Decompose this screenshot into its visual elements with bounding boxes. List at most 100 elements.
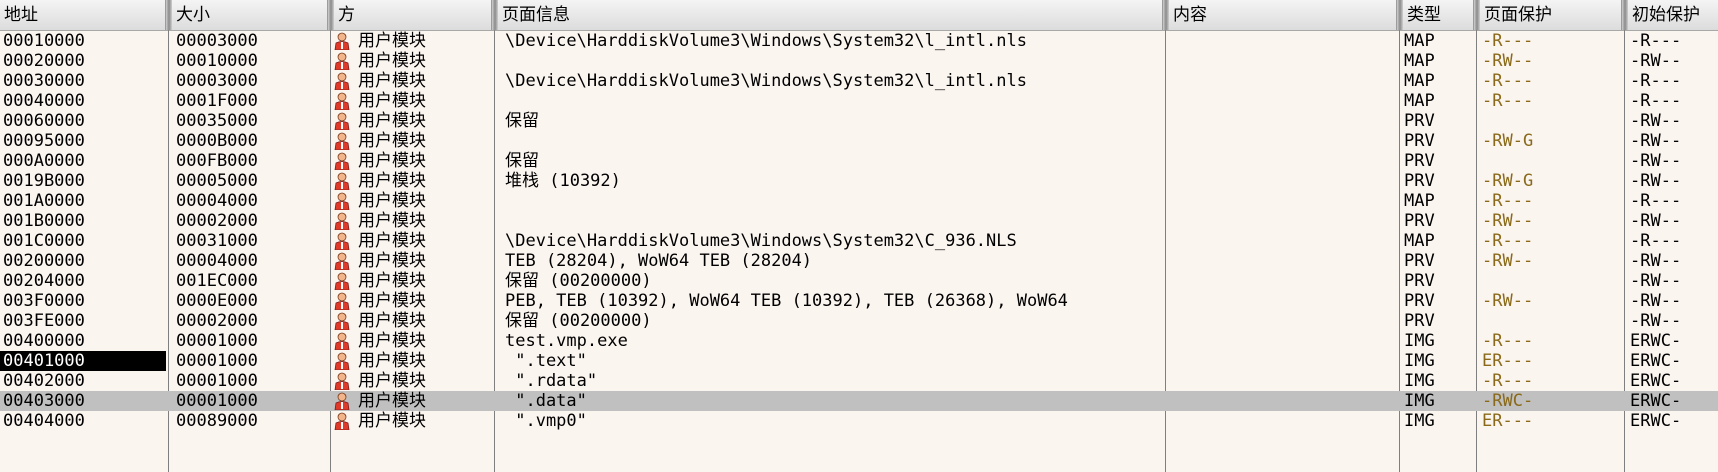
party-label: 用户模块 <box>358 71 426 91</box>
party-cell: 用户模块 <box>334 411 496 431</box>
user-module-icon <box>334 92 350 110</box>
page-protection-cell <box>1482 311 1622 331</box>
content-cell <box>1170 211 1395 231</box>
content-cell <box>1170 71 1395 91</box>
table-row[interactable]: 000A0000 000FB000 用户模块 保留 PRV -RW-- <box>0 151 1718 171</box>
user-module-icon <box>334 372 350 390</box>
col-header-page-protection[interactable]: 页面保护 <box>1480 0 1622 30</box>
table-row[interactable]: 003F0000 0000E000 用户模块 PEB, TEB (10392),… <box>0 291 1718 311</box>
table-row[interactable]: 001A0000 00004000 用户模块 MAP -R--- -R--- <box>0 191 1718 211</box>
type-cell: PRV <box>1404 171 1435 191</box>
user-module-icon <box>334 232 350 250</box>
content-cell <box>1170 131 1395 151</box>
user-module-icon <box>334 272 350 290</box>
party-cell: 用户模块 <box>334 131 496 151</box>
initial-protection-cell: ERWC- <box>1630 351 1682 371</box>
initial-protection-cell: -RW-- <box>1630 111 1682 131</box>
user-module-icon <box>334 72 350 90</box>
initial-protection-cell: -RW-- <box>1630 291 1682 311</box>
table-row[interactable]: 00095000 0000B000 用户模块 PRV -RW-G -RW-- <box>0 131 1718 151</box>
table-row[interactable]: 0019B000 00005000 用户模块 堆栈 (10392) PRV -R… <box>0 171 1718 191</box>
content-cell <box>1170 151 1395 171</box>
table-row[interactable]: 00060000 00035000 用户模块 保留 PRV -RW-- <box>0 111 1718 131</box>
type-cell: IMG <box>1404 411 1435 431</box>
table-row[interactable]: 001C0000 00031000 用户模块 \Device\HarddiskV… <box>0 231 1718 251</box>
table-row[interactable]: 00040000 0001F000 用户模块 MAP -R--- -R--- <box>0 91 1718 111</box>
initial-protection-cell: ERWC- <box>1630 391 1682 411</box>
initial-protection-cell: -RW-- <box>1630 211 1682 231</box>
table-row[interactable]: 001B0000 00002000 用户模块 PRV -RW-- -RW-- <box>0 211 1718 231</box>
type-cell: IMG <box>1404 331 1435 351</box>
col-header-address[interactable]: 地址 <box>0 0 166 30</box>
table-row[interactable]: 003FE000 00002000 用户模块 保留 (00200000) PRV… <box>0 311 1718 331</box>
page-info-cell: ".rdata" <box>505 371 598 391</box>
size-cell: 00002000 <box>176 311 258 331</box>
col-header-page-info[interactable]: 页面信息 <box>498 0 1163 30</box>
type-cell: MAP <box>1404 31 1435 51</box>
size-cell: 00004000 <box>176 251 258 271</box>
party-label: 用户模块 <box>358 291 426 311</box>
party-cell: 用户模块 <box>334 71 496 91</box>
initial-protection-cell: -RW-- <box>1630 151 1682 171</box>
party-label: 用户模块 <box>358 211 426 231</box>
address-cell: 00404000 <box>3 411 85 431</box>
initial-protection-cell: -RW-- <box>1630 311 1682 331</box>
table-row[interactable]: 00401000 00001000 用户模块 ".text" IMG ER---… <box>0 351 1718 371</box>
address-cell: 000A0000 <box>3 151 85 171</box>
party-cell: 用户模块 <box>334 151 496 171</box>
page-info-cell: TEB (28204), WoW64 TEB (28204) <box>505 251 813 271</box>
user-module-icon <box>334 172 350 190</box>
type-cell: IMG <box>1404 391 1435 411</box>
type-cell: PRV <box>1404 271 1435 291</box>
col-header-initial-protection[interactable]: 初始保护 <box>1628 0 1718 30</box>
content-cell <box>1170 291 1395 311</box>
col-header-size[interactable]: 大小 <box>172 0 328 30</box>
table-row[interactable]: 00402000 00001000 用户模块 ".rdata" IMG -R--… <box>0 371 1718 391</box>
address-cell: 003F0000 <box>3 291 85 311</box>
address-cell: 00403000 <box>3 391 85 411</box>
address-cell: 0019B000 <box>3 171 85 191</box>
table-row[interactable]: 00403000 00001000 用户模块 ".data" IMG -RWC-… <box>0 391 1718 411</box>
table-row[interactable]: 00010000 00003000 用户模块 \Device\HarddiskV… <box>0 31 1718 51</box>
address-cell: 00030000 <box>3 71 85 91</box>
col-header-party[interactable]: 方 <box>334 0 492 30</box>
user-module-icon <box>334 312 350 330</box>
page-info-cell: ".vmp0" <box>505 411 587 431</box>
col-header-content[interactable]: 内容 <box>1169 0 1397 30</box>
page-protection-cell: -RW-- <box>1482 291 1534 311</box>
page-protection-cell: -R--- <box>1482 91 1534 111</box>
address-cell: 00400000 <box>3 331 85 351</box>
page-protection-cell: ER--- <box>1482 411 1534 431</box>
party-cell: 用户模块 <box>334 311 496 331</box>
memory-map-table: 地址 大小 方 页面信息 内容 类型 页面保护 初始保护 00010000 00… <box>0 0 1718 472</box>
address-cell: 00402000 <box>3 371 85 391</box>
party-label: 用户模块 <box>358 91 426 111</box>
table-row[interactable]: 00030000 00003000 用户模块 \Device\HarddiskV… <box>0 71 1718 91</box>
initial-protection-cell: -R--- <box>1630 31 1682 51</box>
type-cell: PRV <box>1404 291 1435 311</box>
type-cell: PRV <box>1404 311 1435 331</box>
content-cell <box>1170 51 1395 71</box>
table-row[interactable]: 00404000 00089000 用户模块 ".vmp0" IMG ER---… <box>0 411 1718 431</box>
page-protection-cell: ER--- <box>1482 351 1534 371</box>
party-cell: 用户模块 <box>334 171 496 191</box>
initial-protection-cell: -R--- <box>1630 231 1682 251</box>
table-row[interactable]: 00020000 00010000 用户模块 MAP -RW-- -RW-- <box>0 51 1718 71</box>
party-label: 用户模块 <box>358 251 426 271</box>
party-cell: 用户模块 <box>334 231 496 251</box>
address-cell: 00040000 <box>3 91 85 111</box>
size-cell: 0000B000 <box>176 131 258 151</box>
table-row[interactable]: 00400000 00001000 用户模块 test.vmp.exe IMG … <box>0 331 1718 351</box>
size-cell: 00001000 <box>176 351 258 371</box>
size-cell: 00003000 <box>176 71 258 91</box>
table-row[interactable]: 00200000 00004000 用户模块 TEB (28204), WoW6… <box>0 251 1718 271</box>
page-info-cell: \Device\HarddiskVolume3\Windows\System32… <box>505 31 1027 51</box>
col-header-type[interactable]: 类型 <box>1403 0 1474 30</box>
size-cell: 00001000 <box>176 391 258 411</box>
initial-protection-cell: ERWC- <box>1630 371 1682 391</box>
content-cell <box>1170 371 1395 391</box>
table-row[interactable]: 00204000 001EC000 用户模块 保留 (00200000) PRV… <box>0 271 1718 291</box>
initial-protection-cell: -R--- <box>1630 71 1682 91</box>
user-module-icon <box>334 132 350 150</box>
initial-protection-cell: -R--- <box>1630 191 1682 211</box>
